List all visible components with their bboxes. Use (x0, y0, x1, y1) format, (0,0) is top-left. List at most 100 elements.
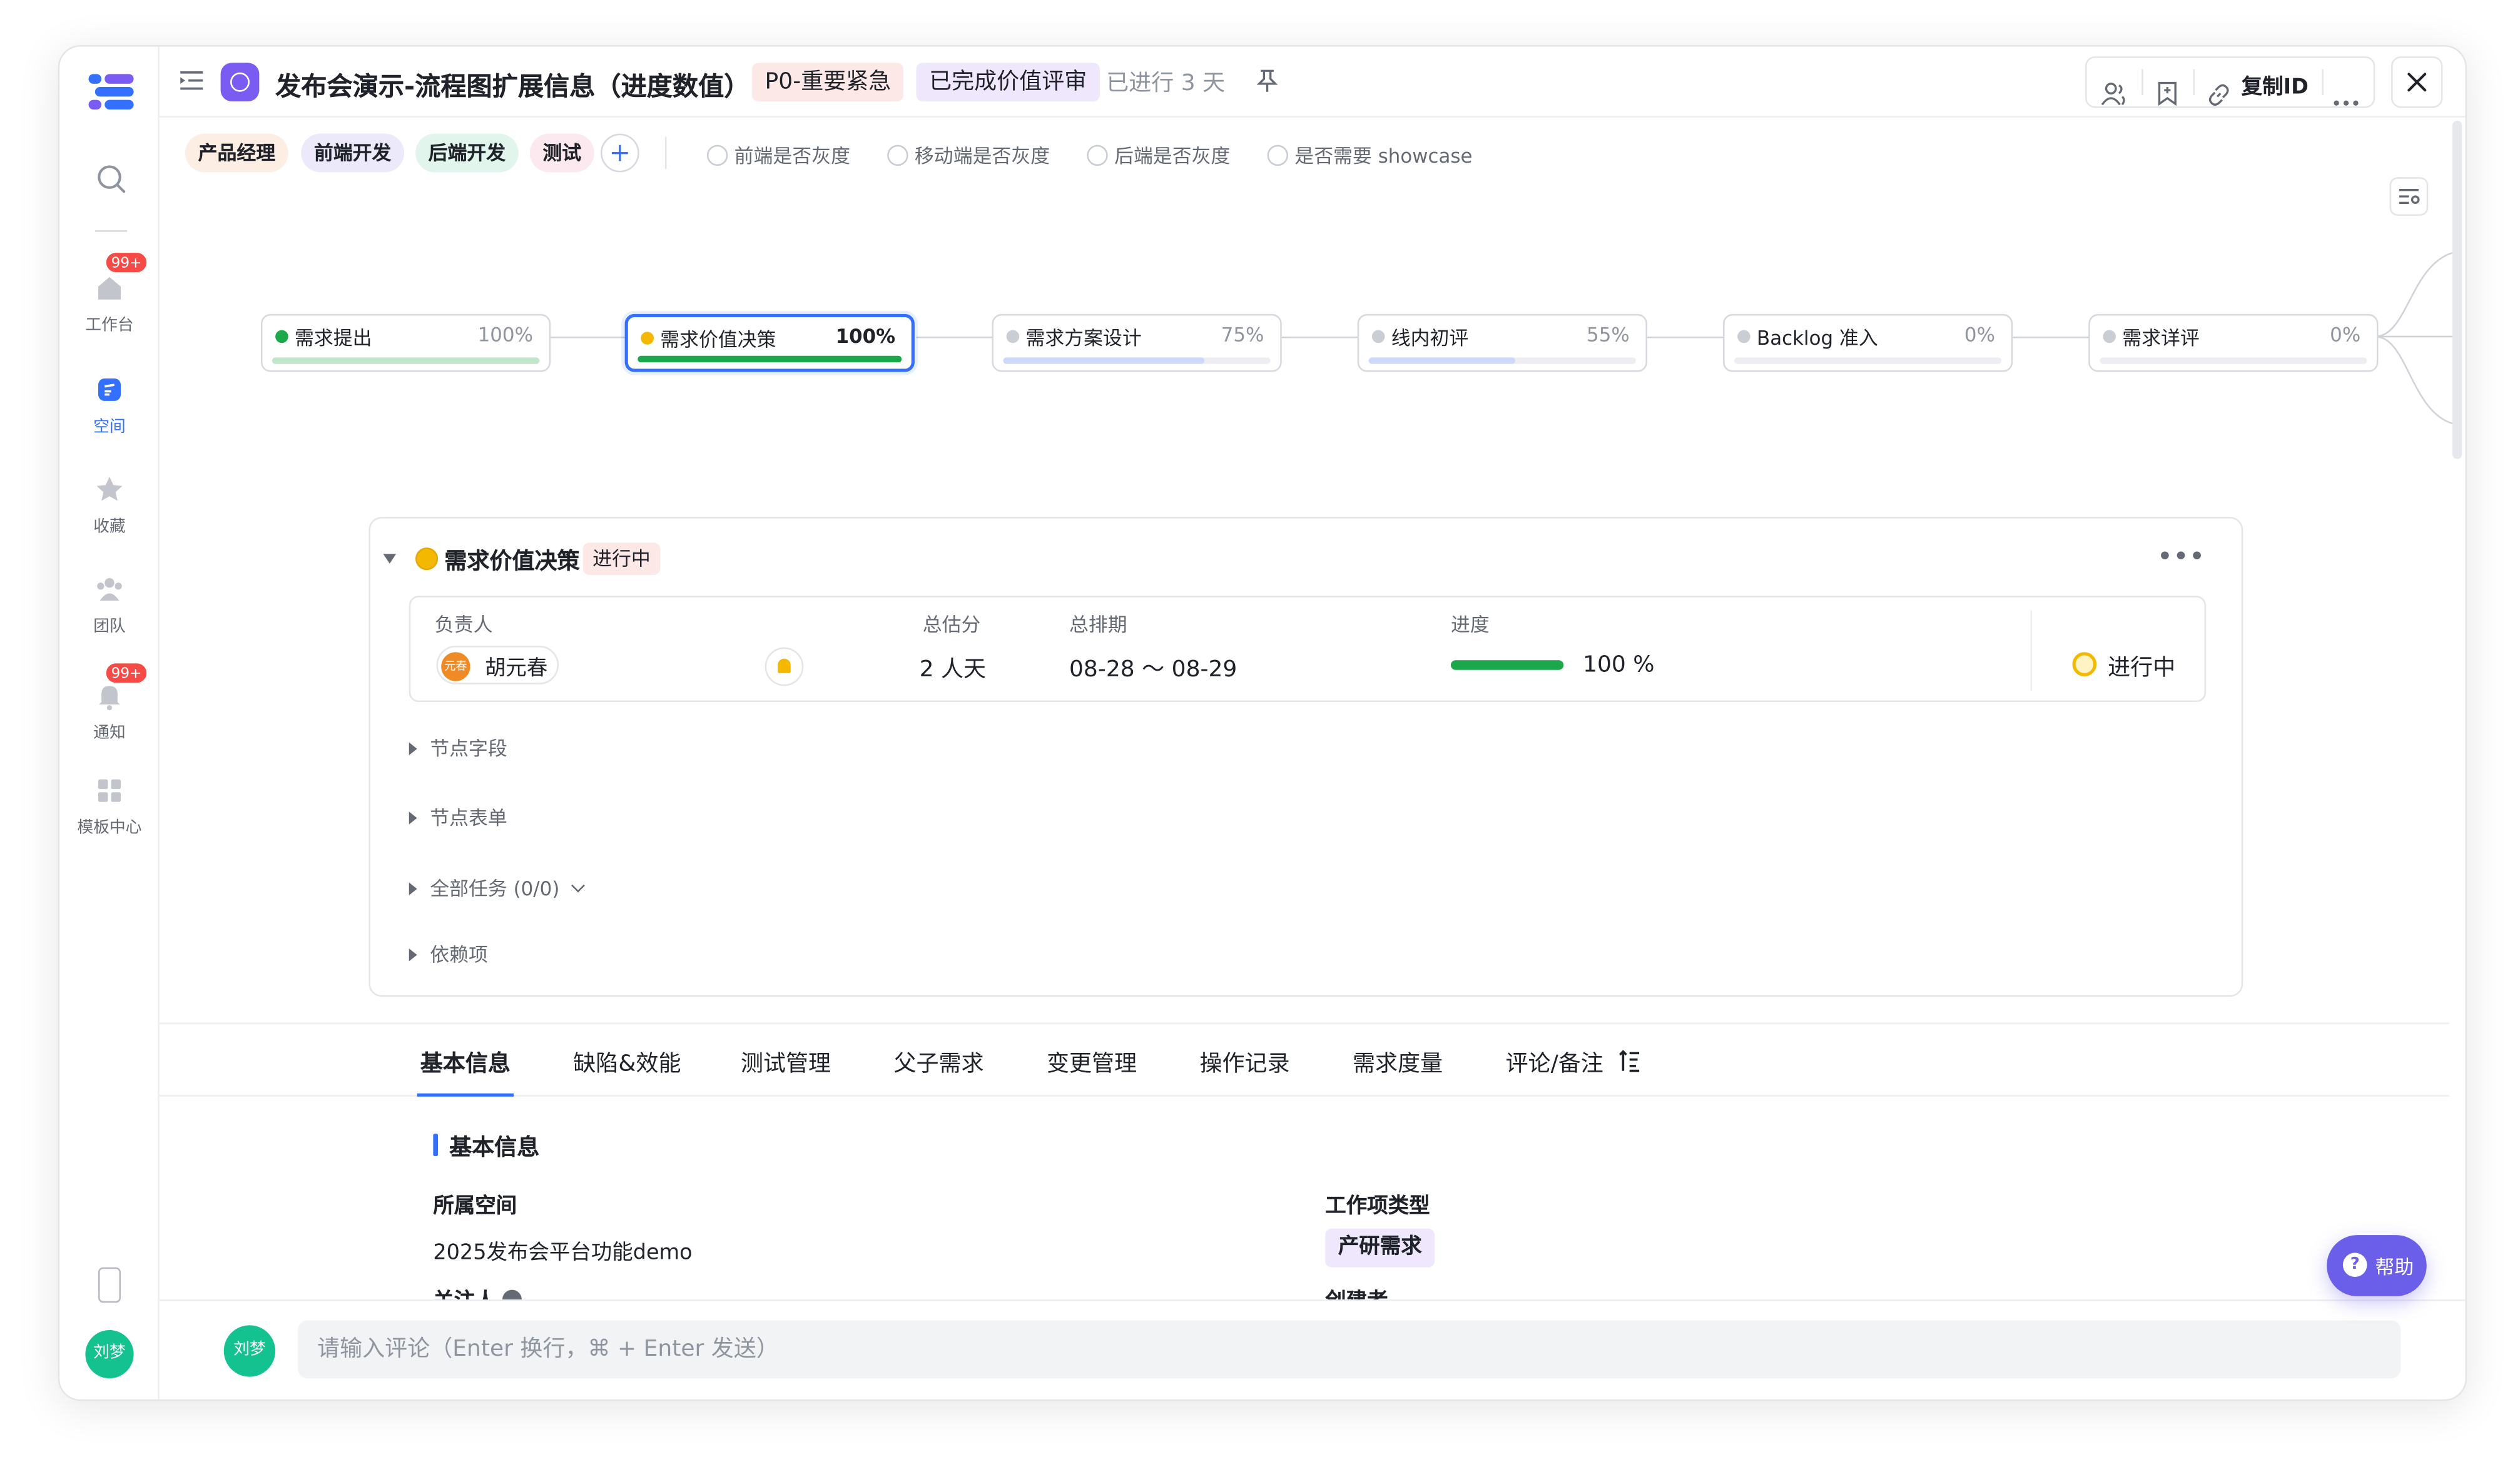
role-tag-qa[interactable]: 测试 (529, 133, 594, 173)
role-tag-backend[interactable]: 后端开发 (415, 133, 519, 173)
sidebar-item-label: 工作台 (85, 317, 134, 335)
node-state-button[interactable]: 进行中 (2108, 651, 2175, 683)
expand-caret-icon (409, 882, 417, 896)
flow-node[interactable]: Backlog 准入 0% (1722, 313, 2013, 372)
elapsed-time: 已进行 3 天 (1106, 71, 1226, 97)
node-name: 需求提出 (295, 327, 372, 350)
sidebar-divider (94, 230, 128, 232)
flow-node[interactable]: 需求提出 100% (260, 313, 551, 372)
schedule-value[interactable]: 08-28 ～ 08-29 (1069, 652, 1237, 684)
estimate-value[interactable]: 2 人天 (920, 652, 986, 684)
help-button[interactable]: ? 帮助 (2327, 1235, 2427, 1296)
node-info-box: 负责人 元春 胡元春 总估分 2 人天 总排期 08-28 ～ 08-29 进度… (409, 596, 2207, 703)
tab-basic-info[interactable]: 基本信息 (420, 1047, 511, 1079)
tab-parent-child[interactable]: 父子需求 (893, 1047, 983, 1079)
divider (2030, 610, 2033, 691)
node-percent: 0% (1964, 323, 1995, 347)
sidebar-item-label: 通知 (93, 724, 126, 743)
node-progress-fill (1368, 357, 1516, 364)
sidebar-item-templates[interactable]: 模板中心 (59, 775, 160, 837)
sidebar-item-space[interactable]: 空间 (59, 374, 160, 436)
tab-comments[interactable]: 评论/备注 (1506, 1047, 1603, 1079)
node-detail-title: 需求价值决策 (444, 549, 580, 575)
node-status-dot (2103, 330, 2116, 343)
flow-node[interactable]: 需求详评 0% (2088, 313, 2379, 372)
owner-chip[interactable]: 元春 胡元春 (436, 646, 559, 684)
remind-bell-icon[interactable] (765, 647, 804, 686)
sidebar-item-workbench[interactable]: 工作台 99+ (59, 251, 160, 335)
schedule-label: 总排期 (1069, 613, 1127, 636)
space-value[interactable]: 2025发布会平台功能demo (433, 1235, 692, 1266)
owner-label: 负责人 (434, 613, 493, 636)
tab-changes[interactable]: 变更管理 (1047, 1047, 1137, 1079)
collapse-sidebar-icon[interactable] (179, 69, 205, 92)
expand-caret-icon (409, 811, 417, 825)
close-button[interactable] (2391, 56, 2443, 108)
flow-connector (1647, 336, 1725, 338)
sort-icon[interactable] (1618, 1050, 1641, 1072)
priority-tag[interactable]: P0-重要紧急 (751, 63, 904, 102)
node-name: 线内初评 (1391, 327, 1469, 350)
node-name: 需求价值决策 (660, 328, 776, 352)
role-tag-frontend[interactable]: 前端开发 (301, 133, 405, 173)
basic-info-title: 基本信息 (449, 1135, 540, 1161)
section-node-form[interactable]: 节点表单 (409, 803, 507, 831)
status-badge: 进行中 (582, 542, 661, 575)
sidebar-item-favorites[interactable]: 收藏 (59, 474, 160, 536)
sidebar-item-team[interactable]: 团队 (59, 573, 160, 636)
notification-badge: 99+ (104, 251, 148, 274)
node-progress-track (638, 355, 902, 363)
chevron-down-icon[interactable] (570, 878, 584, 893)
role-tag-product[interactable]: 产品经理 (185, 133, 288, 173)
checkbox-frontend-gray[interactable]: 前端是否灰度 (706, 141, 850, 169)
star-icon (93, 474, 125, 506)
progress-value[interactable]: 100 % (1583, 652, 1654, 678)
type-label: 工作项类型 (1325, 1194, 1430, 1219)
add-role-button[interactable]: + (601, 133, 639, 173)
checkbox-backend-gray[interactable]: 后端是否灰度 (1087, 141, 1230, 169)
tab-metrics[interactable]: 需求度量 (1353, 1047, 1443, 1079)
node-status-dot (1737, 330, 1750, 343)
flow-node[interactable]: 需求方案设计 75% (992, 313, 1282, 372)
tab-testing[interactable]: 测试管理 (741, 1047, 831, 1079)
node-percent: 75% (1221, 323, 1264, 347)
mobile-icon[interactable] (98, 1267, 121, 1303)
node-name: 需求方案设计 (1025, 327, 1142, 350)
status-tag[interactable]: 已完成价值评审 (916, 63, 1100, 102)
section-node-fields[interactable]: 节点字段 (409, 734, 507, 762)
sidebar-item-notifications[interactable]: 通知 99+ (59, 661, 160, 743)
grid-icon (93, 775, 125, 806)
section-dependencies[interactable]: 依赖项 (409, 940, 488, 968)
in-progress-icon (2072, 652, 2097, 676)
members-icon[interactable] (2100, 69, 2128, 118)
type-tag[interactable]: 产研需求 (1325, 1228, 1435, 1268)
collapse-caret-icon[interactable] (383, 554, 397, 564)
checkbox-showcase[interactable]: 是否需要 showcase (1267, 141, 1473, 169)
search-icon[interactable] (95, 163, 127, 195)
link-icon[interactable] (2206, 71, 2232, 119)
tab-defects[interactable]: 缺陷&效能 (573, 1047, 681, 1079)
avatar[interactable]: 刘梦 (85, 1329, 134, 1379)
header: 发布会演示-流程图扩展信息（进度数值） P0-重要紧急 已完成价值评审 已进行 … (159, 47, 2466, 119)
view-settings-button[interactable] (2389, 177, 2429, 216)
page-title[interactable]: 发布会演示-流程图扩展信息（进度数值） (275, 64, 749, 103)
flow-node[interactable]: 线内初评 55% (1357, 313, 1647, 372)
sidebar-item-label: 团队 (93, 618, 126, 636)
node-progress-track (1368, 357, 1636, 364)
bookmark-icon[interactable] (2155, 69, 2180, 118)
node-status-dot (275, 330, 288, 343)
flow-branch-connector (2375, 252, 2453, 425)
comment-input[interactable] (298, 1320, 2401, 1379)
pin-icon[interactable] (1254, 68, 1280, 93)
section-all-tasks[interactable]: 全部任务 (0/0) (409, 875, 584, 902)
checkbox-mobile-gray[interactable]: 移动端是否灰度 (887, 141, 1050, 169)
copy-id-button[interactable]: 复制ID (2242, 69, 2309, 100)
help-label: 帮助 (2375, 1256, 2414, 1279)
more-icon[interactable]: ••• (2158, 544, 2206, 570)
logo-icon[interactable] (88, 74, 134, 110)
close-icon (2407, 73, 2427, 92)
node-status-dot (1006, 330, 1020, 343)
flow-node-selected[interactable]: 需求价值决策 100% (624, 313, 915, 372)
tab-activity-log[interactable]: 操作记录 (1199, 1047, 1289, 1079)
vertical-scrollbar[interactable] (2452, 121, 2462, 459)
